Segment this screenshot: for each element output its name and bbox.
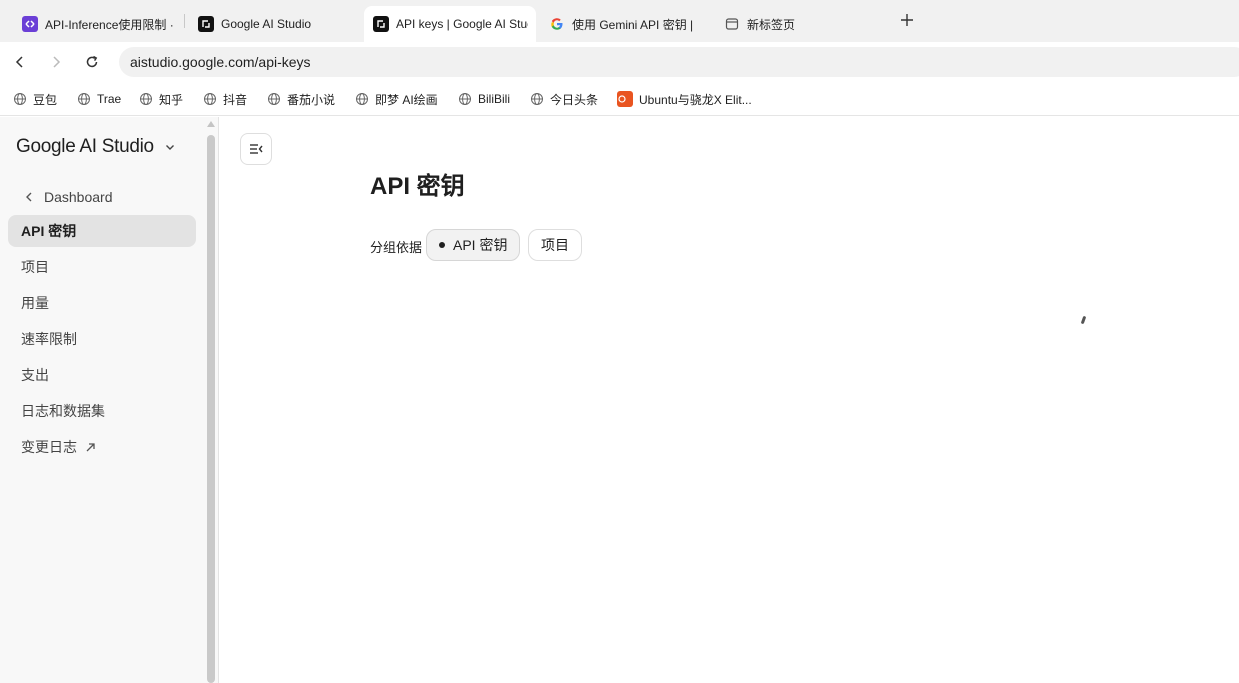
sidebar-item-label: 变更日志 bbox=[21, 439, 77, 455]
tab-gemini-api-key-docs[interactable]: 使用 Gemini API 密钥 | bbox=[549, 6, 701, 42]
bookmark-label: 知乎 bbox=[159, 92, 184, 107]
scroll-up-arrow-icon[interactable] bbox=[207, 121, 215, 127]
address-bar[interactable]: aistudio.google.com/api-keys bbox=[119, 47, 1239, 77]
sidebar: Google AI Studio Dashboard API 密钥 项目 用量 … bbox=[0, 117, 219, 683]
bookmark-bilibili[interactable]: BiliBili bbox=[458, 88, 510, 110]
sidebar-item-label: 用量 bbox=[21, 295, 49, 311]
tab-separator bbox=[184, 14, 185, 28]
sidebar-item-label: 速率限制 bbox=[21, 331, 77, 347]
tab-new-tab-page[interactable]: 新标签页 bbox=[724, 6, 874, 42]
main-content: API 密钥 分组依据 API 密钥 项目 bbox=[220, 117, 1239, 683]
globe-icon bbox=[78, 93, 90, 105]
globe-icon bbox=[531, 93, 543, 105]
tab-label: API keys | Google AI Stuc bbox=[396, 17, 528, 31]
globe-icon bbox=[356, 93, 368, 105]
bookmark-jimeng[interactable]: 即梦 AI绘画 bbox=[355, 88, 438, 110]
browser-toolbar: aistudio.google.com/api-keys bbox=[0, 42, 1239, 82]
chevron-left-icon bbox=[26, 192, 32, 202]
group-by-api-keys-chip[interactable]: API 密钥 bbox=[426, 229, 521, 261]
tab-label: Google AI Studio bbox=[221, 17, 312, 31]
bookmark-toutiao[interactable]: 今日头条 bbox=[530, 88, 598, 110]
sidebar-item-changelog[interactable]: 变更日志 bbox=[8, 431, 196, 463]
tab-strip: API-Inference使用限制 · Google AI Studio API… bbox=[0, 0, 1239, 42]
aistudio-icon bbox=[198, 16, 214, 32]
newtab-page-icon bbox=[724, 16, 740, 32]
bookmark-label: 抖音 bbox=[223, 92, 248, 107]
sidebar-scrollbar[interactable] bbox=[207, 117, 215, 683]
hf-icon bbox=[22, 16, 38, 32]
tab-google-ai-studio[interactable]: Google AI Studio bbox=[198, 6, 348, 42]
tab-label: 新标签页 bbox=[747, 17, 796, 32]
selected-dot-icon bbox=[439, 242, 445, 248]
chevron-down-icon bbox=[165, 145, 174, 150]
dashboard-back-link[interactable]: Dashboard bbox=[24, 189, 113, 205]
sidebar-item-label: 项目 bbox=[21, 259, 49, 275]
globe-icon bbox=[204, 93, 216, 105]
bookmark-doubao[interactable]: 豆包 bbox=[13, 88, 57, 110]
bookmark-label: Trae bbox=[97, 92, 122, 106]
globe-icon bbox=[459, 93, 471, 105]
plus-icon bbox=[901, 14, 913, 26]
address-url: aistudio.google.com/api-keys bbox=[130, 54, 311, 70]
bookmarks-bar: 豆包 Trae 知乎 抖音 番茄小说 即梦 AI绘画 BiliBili 今日头条… bbox=[0, 82, 1239, 116]
bookmark-label: 今日头条 bbox=[550, 92, 599, 107]
google-icon bbox=[549, 16, 565, 32]
sidebar-item-projects[interactable]: 项目 bbox=[8, 251, 196, 283]
scrollbar-thumb[interactable] bbox=[207, 135, 215, 683]
sidebar-item-usage[interactable]: 用量 bbox=[8, 287, 196, 319]
sidebar-item-label: API 密钥 bbox=[21, 223, 77, 239]
bookmark-fanqie[interactable]: 番茄小说 bbox=[267, 88, 335, 110]
brand-name: Google AI Studio bbox=[16, 136, 154, 157]
brand-switcher[interactable]: Google AI Studio bbox=[16, 136, 176, 158]
page-title: API 密钥 bbox=[370, 173, 465, 200]
external-link-icon bbox=[86, 442, 95, 451]
globe-icon bbox=[140, 93, 152, 105]
aistudio-icon bbox=[373, 16, 389, 32]
tab-label: 使用 Gemini API 密钥 | bbox=[572, 17, 694, 32]
sidebar-item-api-keys[interactable]: API 密钥 bbox=[8, 215, 196, 247]
back-button[interactable] bbox=[10, 52, 30, 72]
new-tab-button[interactable] bbox=[896, 10, 918, 32]
bookmark-douyin[interactable]: 抖音 bbox=[203, 88, 247, 110]
sidebar-item-label: 日志和数据集 bbox=[21, 403, 105, 419]
group-by-projects-chip[interactable]: 项目 bbox=[528, 229, 582, 261]
sidebar-item-label: 支出 bbox=[21, 367, 49, 383]
sidebar-item-logs-datasets[interactable]: 日志和数据集 bbox=[8, 395, 196, 427]
forward-button[interactable] bbox=[46, 52, 66, 72]
collapse-panel-icon bbox=[250, 144, 263, 154]
sidebar-item-spend[interactable]: 支出 bbox=[8, 359, 196, 391]
chip-label: API 密钥 bbox=[453, 237, 508, 253]
loading-spinner-icon bbox=[1080, 315, 1087, 325]
reload-icon bbox=[86, 55, 98, 68]
bookmark-ubuntu[interactable]: Ubuntu与骁龙X Elit... bbox=[617, 88, 752, 110]
bookmark-trae[interactable]: Trae bbox=[77, 88, 121, 110]
globe-icon bbox=[268, 93, 280, 105]
group-by-label: 分组依据 bbox=[370, 240, 423, 255]
dashboard-label: Dashboard bbox=[44, 189, 113, 205]
collapse-sidebar-button[interactable] bbox=[240, 133, 272, 165]
ubuntu-icon bbox=[617, 91, 633, 107]
bookmark-label: 番茄小说 bbox=[287, 92, 336, 107]
bookmark-label: BiliBili bbox=[478, 92, 511, 106]
tab-api-keys[interactable]: API keys | Google AI Stuc bbox=[364, 6, 536, 42]
arrow-left-icon bbox=[15, 56, 23, 68]
bookmark-label: Ubuntu与骁龙X Elit... bbox=[639, 92, 752, 107]
arrow-right-icon bbox=[53, 56, 61, 68]
globe-icon bbox=[14, 93, 26, 105]
bookmark-label: 豆包 bbox=[33, 92, 58, 107]
bookmark-label: 即梦 AI绘画 bbox=[375, 92, 438, 107]
reload-button[interactable] bbox=[82, 52, 102, 72]
tab-api-inference[interactable]: API-Inference使用限制 · bbox=[22, 6, 178, 42]
tab-label: API-Inference使用限制 · bbox=[45, 17, 174, 32]
sidebar-item-rate-limits[interactable]: 速率限制 bbox=[8, 323, 196, 355]
chip-label: 项目 bbox=[541, 237, 569, 253]
bookmark-zhihu[interactable]: 知乎 bbox=[139, 88, 183, 110]
